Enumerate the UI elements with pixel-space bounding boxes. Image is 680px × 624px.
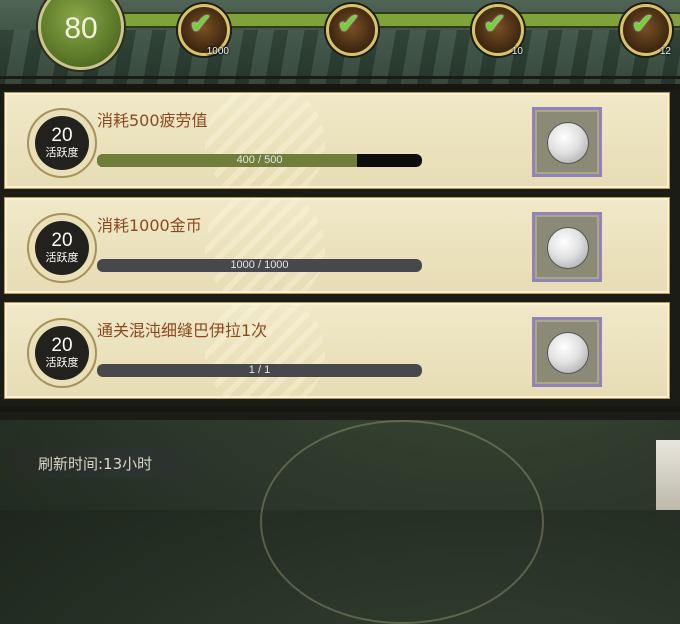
divider xyxy=(0,76,680,79)
progress-bar: 400 / 500 xyxy=(97,154,422,167)
checkmark-icon: ✔ xyxy=(189,7,213,40)
task-card: 20 活跃度 消耗500疲劳值 400 / 500 xyxy=(4,92,670,189)
points-value: 20 xyxy=(51,125,73,146)
points-badge: 20 活跃度 xyxy=(27,213,97,283)
points-label: 活跃度 xyxy=(45,251,79,264)
points-label: 活跃度 xyxy=(45,356,79,369)
milestone-4[interactable]: ✔ 12 xyxy=(620,4,672,57)
points-badge: 20 活跃度 xyxy=(27,318,97,388)
corner-decoration xyxy=(656,440,680,510)
silver-orb-icon xyxy=(547,227,589,269)
checkmark-icon: ✔ xyxy=(483,7,507,40)
refresh-text: 刷新时间:13小时 xyxy=(38,454,153,473)
task-card: 20 活跃度 消耗1000金币 1000 / 1000 xyxy=(4,197,670,294)
task-title: 消耗1000金币 xyxy=(97,216,202,235)
feather-decoration xyxy=(205,198,325,293)
reward-slot[interactable] xyxy=(532,107,602,177)
checkmark-icon: ✔ xyxy=(337,7,361,40)
milestone-1[interactable]: ✔ 1000 xyxy=(178,4,230,57)
divider xyxy=(0,406,680,412)
points-badge: 20 活跃度 xyxy=(27,108,97,178)
points-value: 20 xyxy=(51,230,73,251)
silver-orb-icon xyxy=(547,122,589,164)
task-list[interactable]: 20 活跃度 消耗500疲劳值 400 / 500 20 活跃度 消耗1000金… xyxy=(0,84,680,420)
divider xyxy=(0,84,680,90)
points-value: 20 xyxy=(51,335,73,356)
activity-track: ✔ 1000 ✔ ✔ 10 ✔ 12 xyxy=(118,4,680,57)
progress-text: 1 / 1 xyxy=(248,364,271,376)
milestone-count: 12 xyxy=(659,46,671,57)
progress-bar: 1000 / 1000 xyxy=(97,259,422,272)
milestone-count: 10 xyxy=(511,46,523,57)
progress-bar: 1 / 1 xyxy=(97,364,422,377)
feather-decoration xyxy=(205,93,325,188)
checkmark-icon: ✔ xyxy=(631,7,655,40)
milestone-2[interactable]: ✔ xyxy=(326,4,378,56)
arc-decoration xyxy=(260,420,544,624)
progress-text: 400 / 500 xyxy=(236,154,283,166)
activity-progress-header: ✔ 1000 ✔ ✔ 10 ✔ 12 80 xyxy=(0,0,680,86)
progress-text: 1000 / 1000 xyxy=(230,259,289,271)
task-title: 消耗500疲劳值 xyxy=(97,111,208,130)
milestone-3[interactable]: ✔ 10 xyxy=(472,4,524,57)
activity-total-value: 80 xyxy=(64,12,98,45)
reward-slot[interactable] xyxy=(532,212,602,282)
silver-orb-icon xyxy=(547,332,589,374)
refresh-timer: 刷新时间:13小时 xyxy=(4,448,194,478)
milestone-count: 1000 xyxy=(206,46,229,57)
points-label: 活跃度 xyxy=(45,146,79,159)
reward-slot[interactable] xyxy=(532,317,602,387)
task-card: 20 活跃度 通关混沌细缝巴伊拉1次 1 / 1 xyxy=(4,302,670,399)
task-title: 通关混沌细缝巴伊拉1次 xyxy=(97,321,268,340)
